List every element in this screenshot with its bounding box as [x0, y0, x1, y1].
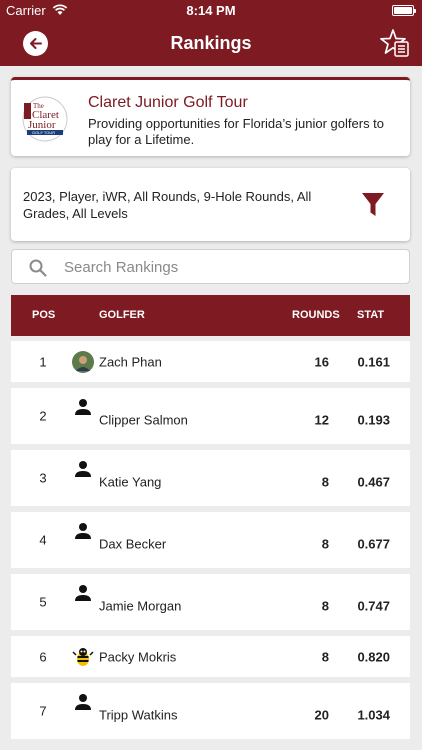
row-pos: 3: [39, 470, 47, 486]
svg-text:GOLF TOUR: GOLF TOUR: [32, 130, 55, 135]
row-rounds: 20: [314, 707, 329, 723]
table-row[interactable]: 3 Katie Yang 8 0.467: [11, 450, 410, 506]
page-title: Rankings: [170, 33, 252, 53]
golfer-name: Dax Becker: [99, 536, 167, 552]
row-stat: 0.747: [357, 598, 390, 614]
rankings-table-header: POS GOLFER ROUNDS STAT: [11, 295, 410, 336]
status-bar: Carrier 8:14 PM: [0, 0, 422, 22]
person-icon: [75, 461, 91, 477]
filter-funnel-icon[interactable]: [361, 192, 385, 218]
rankings-list: 1 Zach Phan 16 0.161 2 Clipper Salmon 12…: [11, 341, 410, 745]
row-rounds: 8: [321, 598, 329, 614]
table-row[interactable]: 2 Clipper Salmon 12 0.193: [11, 388, 410, 444]
person-icon: [75, 694, 91, 710]
row-stat: 0.467: [357, 474, 390, 490]
table-row[interactable]: 1 Zach Phan 16 0.161: [11, 341, 410, 382]
battery-icon: [392, 5, 416, 16]
tour-name: Claret Junior Golf Tour: [88, 94, 248, 111]
search-bar[interactable]: [11, 249, 410, 284]
filter-summary: 2023, Player, iWR, All Rounds, 9-Hole Ro…: [23, 189, 312, 221]
search-input[interactable]: [64, 256, 394, 278]
header-pos[interactable]: POS: [32, 309, 55, 321]
golfer-name: Clipper Salmon: [99, 412, 188, 428]
row-pos: 5: [39, 594, 47, 610]
golfer-name: Packy Mokris: [99, 649, 177, 664]
golfer-name: Jamie Morgan: [99, 598, 182, 614]
row-stat: 0.193: [357, 412, 390, 428]
row-rounds: 8: [321, 649, 329, 664]
table-row[interactable]: 7 Tripp Watkins 20 1.034: [11, 683, 410, 739]
row-pos: 7: [39, 703, 47, 719]
row-rounds: 8: [321, 474, 329, 490]
person-icon: [75, 399, 91, 415]
header-golfer[interactable]: GOLFER: [99, 309, 145, 321]
favorites-star-icon[interactable]: [380, 28, 410, 58]
person-icon: [75, 585, 91, 601]
filter-card[interactable]: 2023, Player, iWR, All Rounds, 9-Hole Ro…: [11, 168, 410, 241]
row-rounds: 8: [321, 536, 329, 552]
row-stat: 0.161: [357, 354, 390, 369]
row-pos: 1: [39, 354, 47, 369]
header-stat[interactable]: STAT: [357, 309, 384, 321]
row-rounds: 16: [314, 354, 329, 369]
player-photo-avatar: [72, 350, 94, 373]
row-stat: 1.034: [357, 707, 390, 723]
header-rounds[interactable]: ROUNDS: [292, 309, 340, 321]
yellow-jacket-mascot-icon: [72, 647, 94, 666]
nav-bar: Rankings: [0, 22, 422, 66]
row-pos: 2: [39, 408, 47, 424]
tour-logo: The Claret Junior GOLF TOUR: [22, 96, 68, 142]
row-stat: 0.677: [357, 536, 390, 552]
tour-card[interactable]: The Claret Junior GOLF TOUR Claret Junio…: [11, 77, 410, 156]
row-pos: 6: [39, 649, 47, 664]
row-pos: 4: [39, 532, 47, 548]
search-icon: [29, 259, 47, 277]
clock: 8:14 PM: [186, 3, 236, 18]
tour-description: Providing opportunities for Florida’s ju…: [88, 116, 385, 147]
person-icon: [75, 523, 91, 539]
row-rounds: 12: [314, 412, 329, 428]
table-row[interactable]: 6 Packy Mokris 8 0.820: [11, 636, 410, 677]
table-row[interactable]: 4 Dax Becker 8 0.677: [11, 512, 410, 568]
row-stat: 0.820: [357, 649, 390, 664]
golfer-name: Tripp Watkins: [99, 707, 178, 723]
golfer-name: Katie Yang: [99, 474, 162, 490]
golfer-name: Zach Phan: [99, 354, 162, 369]
table-row[interactable]: 5 Jamie Morgan 8 0.747: [11, 574, 410, 630]
